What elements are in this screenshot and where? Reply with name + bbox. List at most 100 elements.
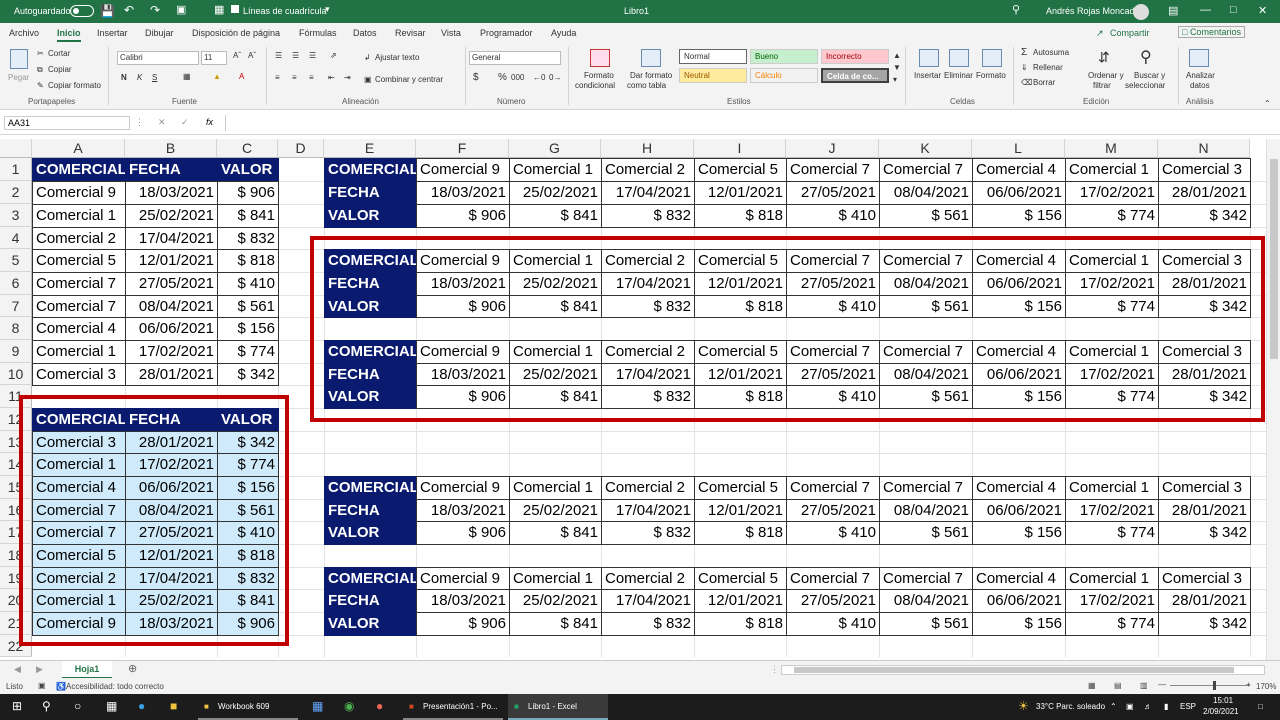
tabs-resize-icon[interactable]: ⋮ <box>770 664 779 675</box>
table-cell[interactable]: Comercial 3 <box>1158 567 1251 590</box>
column-header[interactable]: F <box>416 139 509 158</box>
zoom-level[interactable]: 170% <box>1256 682 1276 691</box>
align-left-icon[interactable]: ≡ <box>275 73 280 82</box>
shrink-font-icon[interactable]: Aˇ <box>248 51 256 60</box>
table-cell[interactable]: 25/02/2021 <box>509 589 602 613</box>
horizontal-scrollbar[interactable] <box>781 665 1265 675</box>
table-header-cell[interactable]: COMERCIAL <box>32 158 126 182</box>
table-cell[interactable]: $ 774 <box>217 340 279 364</box>
table-cell[interactable]: $ 841 <box>509 612 602 636</box>
chevron-up-icon[interactable]: ⌃ <box>1110 702 1117 711</box>
styles-scroll-up-icon[interactable]: ▲ <box>893 51 901 60</box>
style-normal[interactable]: Normal <box>679 49 747 64</box>
row-header[interactable]: 10 <box>0 363 32 385</box>
tab-disposicion[interactable]: Disposición de página <box>192 28 280 38</box>
table-cell[interactable]: $ 906 <box>416 612 510 636</box>
comments-button[interactable]: □ Comentarios <box>1178 26 1245 38</box>
fill-button[interactable]: Rellenar <box>1033 63 1063 72</box>
thousands-button[interactable]: 000 <box>511 73 524 82</box>
clock-time[interactable]: 15:01 <box>1213 696 1233 705</box>
table-cell[interactable]: 06/06/2021 <box>125 317 218 341</box>
table-cell[interactable]: 18/03/2021 <box>416 589 510 613</box>
tab-datos[interactable]: Datos <box>353 28 377 38</box>
collapse-ribbon-icon[interactable]: ⌃ <box>1264 99 1271 108</box>
delete-cells-button[interactable]: Eliminar <box>944 71 973 80</box>
sort-filter-label-1[interactable]: Ordenar y <box>1088 71 1124 80</box>
calculator-icon[interactable]: ▦ <box>312 699 323 713</box>
autosave-toggle[interactable] <box>70 5 94 17</box>
format-cells-icon[interactable] <box>982 49 1002 67</box>
share-icon[interactable]: ↗ <box>1096 28 1104 39</box>
vertical-scrollbar[interactable] <box>1266 139 1280 660</box>
table-cell[interactable]: Comercial 1 <box>1065 476 1159 500</box>
style-neutral[interactable]: Neutral <box>679 68 747 83</box>
table-cell[interactable]: 17/04/2021 <box>601 589 695 613</box>
merge-center-button[interactable]: Combinar y centrar <box>375 75 443 84</box>
table-cell[interactable]: $ 156 <box>972 204 1066 228</box>
grow-font-icon[interactable]: Aˆ <box>233 51 241 60</box>
table-cell[interactable]: 27/05/2021 <box>786 589 880 613</box>
column-header[interactable]: C <box>217 139 278 158</box>
table-cell[interactable]: Comercial 1 <box>509 158 602 182</box>
table-cell[interactable]: 17/02/2021 <box>1065 499 1159 522</box>
paste-icon[interactable] <box>10 49 28 69</box>
table-cell[interactable]: 17/04/2021 <box>125 227 218 250</box>
autosum-button[interactable]: Autosuma <box>1033 48 1069 57</box>
table-cell[interactable]: 17/04/2021 <box>601 499 695 522</box>
insert-cells-icon[interactable] <box>919 49 939 67</box>
table-cell[interactable]: Comercial 9 <box>416 476 510 500</box>
table-cell[interactable]: Comercial 1 <box>32 340 126 364</box>
column-header[interactable]: G <box>509 139 601 158</box>
page-break-view-icon[interactable]: ▥ <box>1140 681 1148 690</box>
tab-ayuda[interactable]: Ayuda <box>551 28 576 38</box>
table-cell[interactable]: Comercial 7 <box>32 272 126 296</box>
table-cell[interactable]: Comercial 1 <box>1065 158 1159 182</box>
autosum-icon[interactable]: Σ <box>1021 47 1027 58</box>
table-cell[interactable]: $ 818 <box>217 249 279 273</box>
table-header-cell[interactable]: COMERCIAL <box>324 158 417 182</box>
table-cell[interactable]: Comercial 5 <box>694 158 787 182</box>
worksheet-grid[interactable]: COMERCIAL FECHA VALOR Comercial 9 18/03/2021… <box>0 139 1266 657</box>
row-header[interactable]: 3 <box>0 204 32 227</box>
enter-icon[interactable]: ✓ <box>181 117 189 128</box>
table-cell[interactable]: 28/01/2021 <box>1158 589 1251 613</box>
table-cell[interactable]: $ 342 <box>1158 204 1251 228</box>
volume-icon[interactable]: ♬ <box>1144 702 1152 711</box>
tab-vista[interactable]: Vista <box>441 28 461 38</box>
align-bottom-icon[interactable]: ☰ <box>309 51 316 60</box>
maximize-icon[interactable]: □ <box>1230 4 1237 16</box>
save-icon[interactable]: 💾 <box>100 4 115 18</box>
table-cell[interactable]: $ 818 <box>694 521 787 545</box>
table-cell[interactable]: 12/01/2021 <box>694 181 787 205</box>
table-cell[interactable]: Comercial 3 <box>1158 476 1251 500</box>
table-cell[interactable]: 18/03/2021 <box>416 181 510 205</box>
align-top-icon[interactable]: ☰ <box>275 51 282 60</box>
table-cell[interactable]: $ 156 <box>972 612 1066 636</box>
table-cell[interactable]: $ 561 <box>217 295 279 318</box>
grid-icon[interactable]: ▦ <box>214 3 224 16</box>
zoom-slider[interactable] <box>1170 681 1250 690</box>
table-cell[interactable]: Comercial 7 <box>879 158 973 182</box>
user-name[interactable]: Andrés Rojas Moncada <box>1046 6 1140 16</box>
table-cell[interactable]: $ 841 <box>509 204 602 228</box>
table-cell[interactable]: Comercial 4 <box>972 567 1066 590</box>
add-sheet-icon[interactable]: ⊕ <box>128 662 137 675</box>
tab-programador[interactable]: Programador <box>480 28 533 38</box>
table-cell[interactable]: 17/02/2021 <box>1065 181 1159 205</box>
table-cell[interactable]: $ 906 <box>217 181 279 205</box>
table-cell[interactable]: Comercial 7 <box>786 476 880 500</box>
table-cell[interactable]: $ 774 <box>1065 612 1159 636</box>
find-select-label-2[interactable]: seleccionar <box>1125 81 1165 90</box>
table-cell[interactable]: 27/05/2021 <box>786 499 880 522</box>
gridlines-checkbox[interactable] <box>231 5 239 13</box>
column-header[interactable]: B <box>125 139 217 158</box>
table-cell[interactable]: 08/04/2021 <box>879 181 973 205</box>
conditional-format-label-1[interactable]: Formato <box>584 71 614 80</box>
decrease-indent-icon[interactable]: ⇤ <box>328 73 335 82</box>
clear-icon[interactable]: ⌫ <box>1021 78 1032 87</box>
table-header-cell[interactable]: FECHA <box>125 158 218 182</box>
table-cell[interactable]: $ 561 <box>879 612 973 636</box>
copy-icon[interactable]: ⧉ <box>37 65 43 75</box>
normal-view-icon[interactable]: ▦ <box>1088 681 1096 690</box>
tab-revisar[interactable]: Revisar <box>395 28 426 38</box>
